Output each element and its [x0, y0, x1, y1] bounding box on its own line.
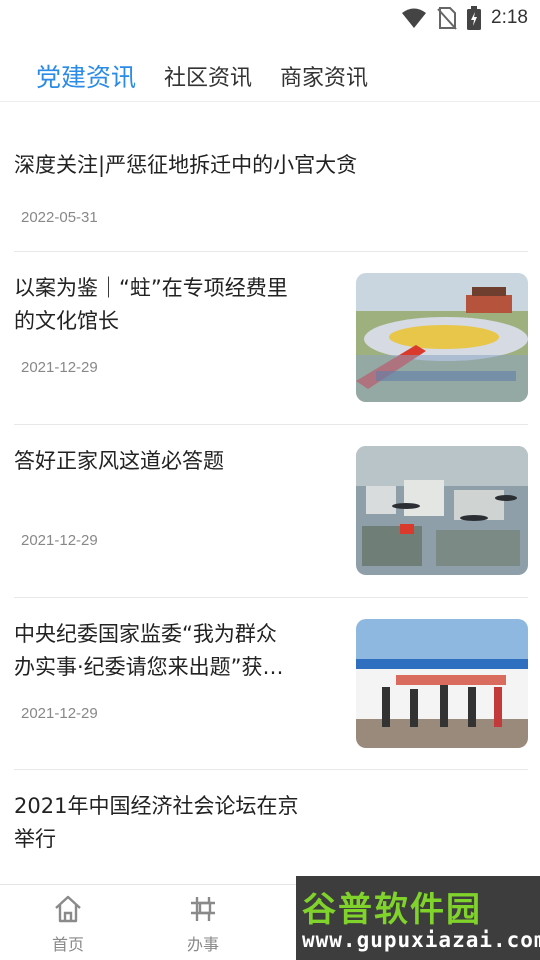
article-title: 中央纪委国家监委“我为群众 办实事·纪委请您来出题”获…	[14, 622, 284, 679]
nav-service-label: 办事	[186, 935, 219, 954]
article-title: 以案为鉴｜“蛀”在专项经费里 的文化馆长	[14, 276, 288, 333]
article-date: 2021-12-29	[21, 705, 98, 722]
wifi-icon	[402, 8, 427, 28]
category-tabs: 党建资讯 社区资讯 商家资讯	[0, 50, 540, 102]
nav-service[interactable]: 办事	[163, 885, 243, 960]
status-bar: 2:18	[0, 0, 540, 36]
article-thumbnail	[356, 619, 528, 748]
article-title: 答好正家风这道必答题	[14, 449, 224, 473]
article-thumbnail	[356, 446, 528, 575]
article-title: 深度关注|严惩征地拆迁中的小官大贪	[14, 153, 358, 177]
status-icons: 2:18	[401, 6, 528, 30]
tab-community-news[interactable]: 社区资讯	[164, 60, 252, 92]
article-item[interactable]: 答好正家风这道必答题 2021-12-29	[14, 425, 528, 598]
article-date: 2022-05-31	[21, 209, 98, 226]
status-time: 2:18	[491, 7, 528, 28]
watermark-url: www.gupuxiazai.com	[302, 928, 540, 952]
nav-home-label: 首页	[51, 935, 84, 954]
article-date: 2021-12-29	[21, 532, 98, 549]
article-item[interactable]: 以案为鉴｜“蛀”在专项经费里 的文化馆长 2021-12-29	[14, 252, 528, 425]
article-date: 2021-12-29	[21, 359, 98, 376]
no-sim-icon	[437, 7, 457, 30]
watermark: 谷普软件园 www.gupuxiazai.com	[296, 876, 540, 960]
article-item[interactable]: 深度关注|严惩征地拆迁中的小官大贪 2022-05-31	[14, 103, 528, 252]
article-item[interactable]: 2021年中国经济社会论坛在京 举行	[14, 770, 528, 890]
article-item[interactable]: 中央纪委国家监委“我为群众 办实事·纪委请您来出题”获… 2021-12-29	[14, 598, 528, 770]
watermark-title: 谷普软件园	[302, 890, 482, 930]
battery-charging-icon	[467, 6, 482, 30]
service-icon	[191, 897, 215, 921]
article-list: 深度关注|严惩征地拆迁中的小官大贪 2022-05-31 以案为鉴｜“蛀”在专项…	[14, 103, 528, 890]
nav-home[interactable]: 首页	[28, 885, 108, 960]
tab-merchant-news[interactable]: 商家资讯	[280, 60, 368, 92]
home-icon	[55, 895, 81, 923]
article-title: 2021年中国经济社会论坛在京 举行	[14, 794, 299, 851]
tab-party-news[interactable]: 党建资讯	[36, 58, 136, 94]
article-thumbnail	[356, 273, 528, 402]
